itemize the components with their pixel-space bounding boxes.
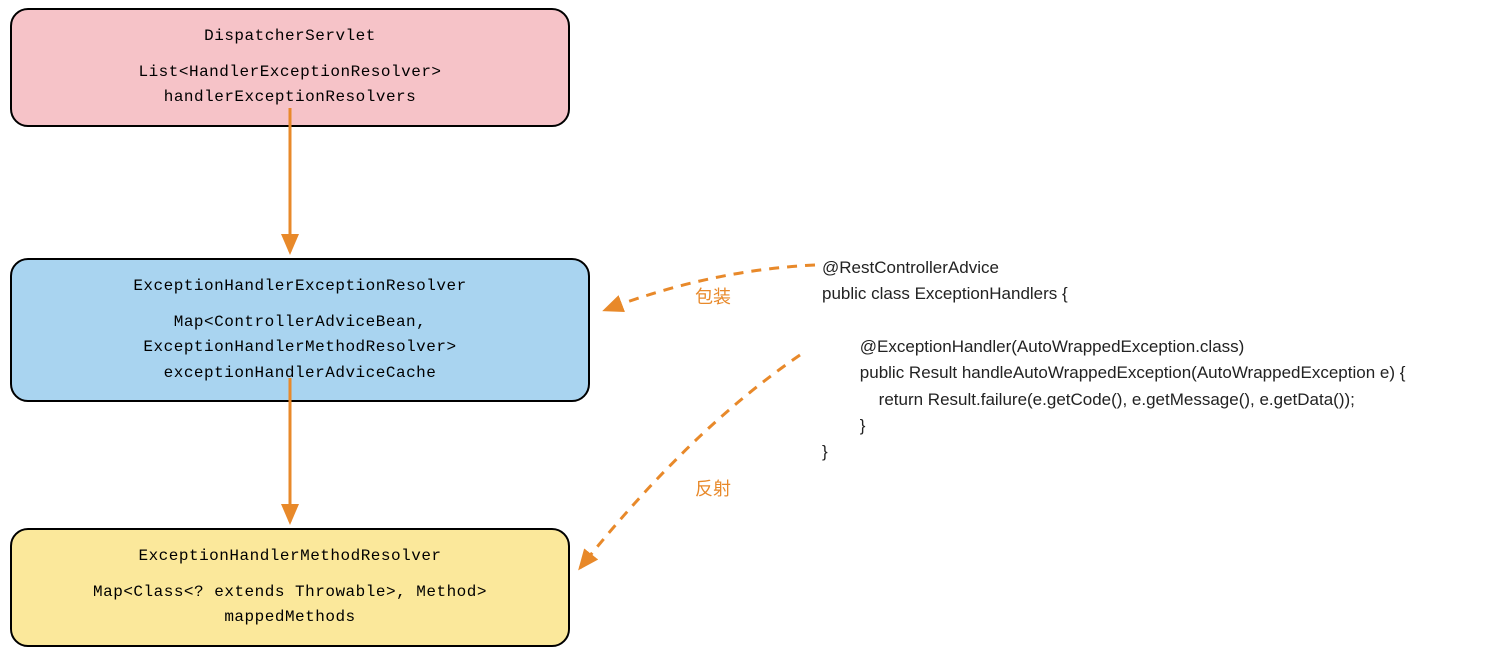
- node-title: ExceptionHandlerMethodResolver: [30, 544, 550, 570]
- label-reflect: 反射: [695, 475, 731, 501]
- node-field: List<HandlerExceptionResolver> handlerEx…: [30, 60, 550, 111]
- code-snippet: @RestControllerAdvice public class Excep…: [822, 255, 1405, 466]
- node-field: Map<ControllerAdviceBean, ExceptionHandl…: [30, 310, 570, 387]
- label-wrap: 包装: [695, 283, 731, 309]
- node-exception-handler-method-resolver: ExceptionHandlerMethodResolver Map<Class…: [10, 528, 570, 647]
- node-title: DispatcherServlet: [30, 24, 550, 50]
- node-field: Map<Class<? extends Throwable>, Method> …: [30, 580, 550, 631]
- node-title: ExceptionHandlerExceptionResolver: [30, 274, 570, 300]
- node-exception-handler-exception-resolver: ExceptionHandlerExceptionResolver Map<Co…: [10, 258, 590, 402]
- arrow-dashed-reflect: [580, 355, 800, 568]
- node-dispatcher-servlet: DispatcherServlet List<HandlerExceptionR…: [10, 8, 570, 127]
